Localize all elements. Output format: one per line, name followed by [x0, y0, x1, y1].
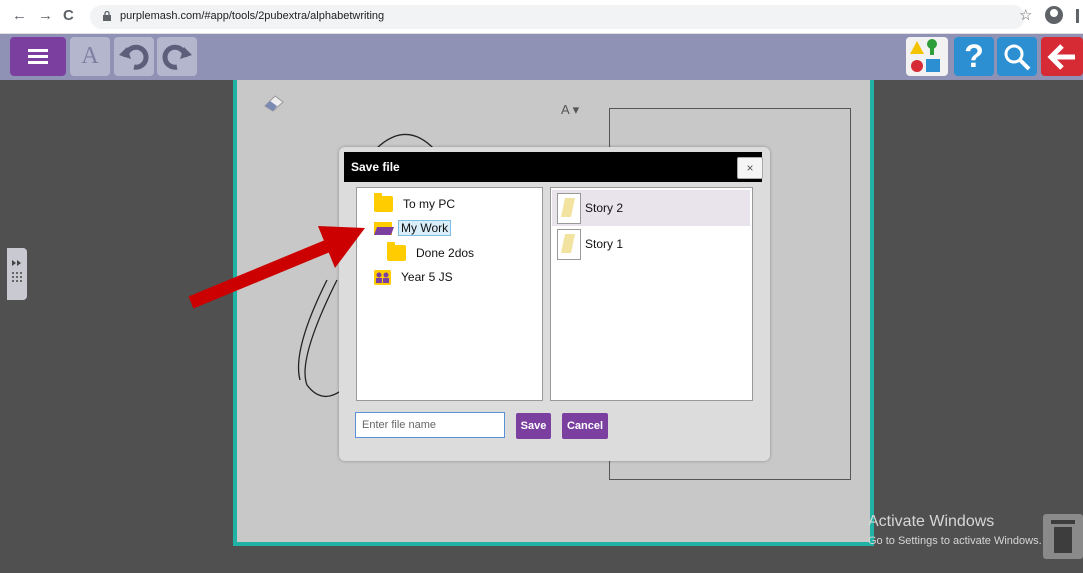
file-list: Story 2 Story 1: [550, 187, 753, 401]
watermark-title: Activate Windows: [868, 513, 995, 530]
redo-button[interactable]: [157, 37, 197, 76]
undo-icon: [119, 44, 149, 70]
file-item-story-1[interactable]: Story 1: [552, 226, 750, 262]
dialog-header: Save file ×: [344, 152, 763, 182]
redo-icon: [162, 44, 192, 70]
trash-icon: [1051, 520, 1075, 524]
watermark-subtitle: Go to Settings to activate Windows.: [868, 535, 1042, 547]
file-item-label: Story 1: [585, 237, 624, 251]
shapes-button[interactable]: [906, 37, 948, 76]
save-button[interactable]: Save: [516, 413, 551, 439]
file-item-story-2[interactable]: Story 2: [552, 190, 750, 226]
address-bar[interactable]: purplemash.com/#app/tools/2pubextra/alph…: [90, 5, 1025, 29]
activation-watermark: Activate Windows Go to Settings to activ…: [868, 513, 1042, 547]
font-size-selector[interactable]: A ▾: [561, 102, 579, 118]
tree-item-to-my-pc[interactable]: To my PC: [374, 193, 456, 214]
side-panel-toggle[interactable]: [7, 248, 27, 300]
save-file-dialog: Save file × To my PC My Work Done 2dos Y…: [339, 147, 770, 461]
folder-icon: [374, 193, 393, 212]
tree-item-label: My Work: [398, 220, 452, 236]
tree-item-label: To my PC: [403, 197, 456, 211]
expand-icon: [12, 260, 22, 282]
menu-icon: [28, 55, 48, 58]
browser-reload-button[interactable]: C: [63, 8, 74, 24]
tree-item-my-work[interactable]: My Work: [374, 218, 452, 238]
more-menu-icon[interactable]: [1076, 9, 1079, 23]
profile-icon[interactable]: [1045, 6, 1063, 24]
menu-button[interactable]: [10, 37, 66, 76]
help-icon: ?: [964, 38, 984, 74]
folder-icon: [387, 242, 406, 261]
shapes-icon: [910, 38, 940, 72]
trash-body: [1054, 527, 1072, 553]
document-icon: [557, 228, 581, 260]
tree-item-done-2dos[interactable]: Done 2dos: [387, 242, 475, 263]
open-folder-icon: [374, 222, 394, 235]
document-icon: [557, 192, 581, 224]
back-arrow-icon: [1047, 43, 1075, 70]
file-item-label: Story 2: [585, 201, 624, 215]
close-button[interactable]: ×: [737, 157, 763, 179]
tree-item-label: Year 5 JS: [401, 270, 453, 284]
cancel-button[interactable]: Cancel: [562, 413, 608, 439]
undo-button[interactable]: [114, 37, 154, 76]
back-button[interactable]: [1041, 37, 1083, 76]
lock-icon: [103, 11, 111, 21]
people-icon: [374, 269, 391, 285]
search-icon: [1004, 44, 1031, 70]
app-toolbar: A ?: [0, 34, 1083, 80]
font-icon: A: [81, 43, 99, 69]
filename-input[interactable]: [355, 412, 505, 438]
browser-toolbar: ← → C purplemash.com/#app/tools/2pubextr…: [0, 0, 1083, 34]
url-text: purplemash.com/#app/tools/2pubextra/alph…: [120, 10, 385, 22]
help-button[interactable]: ?: [954, 37, 994, 76]
folder-tree: To my PC My Work Done 2dos Year 5 JS: [356, 187, 543, 401]
trash-button[interactable]: [1043, 514, 1083, 559]
browser-back-button[interactable]: ←: [12, 8, 27, 24]
dialog-title: Save file: [351, 160, 400, 174]
browser-forward-button[interactable]: →: [38, 8, 53, 24]
font-button[interactable]: A: [70, 37, 110, 76]
search-button[interactable]: [997, 37, 1037, 76]
tree-item-year-5-js[interactable]: Year 5 JS: [374, 267, 453, 287]
tree-item-label: Done 2dos: [416, 246, 475, 260]
bookmark-star-icon[interactable]: ☆: [1019, 8, 1032, 24]
